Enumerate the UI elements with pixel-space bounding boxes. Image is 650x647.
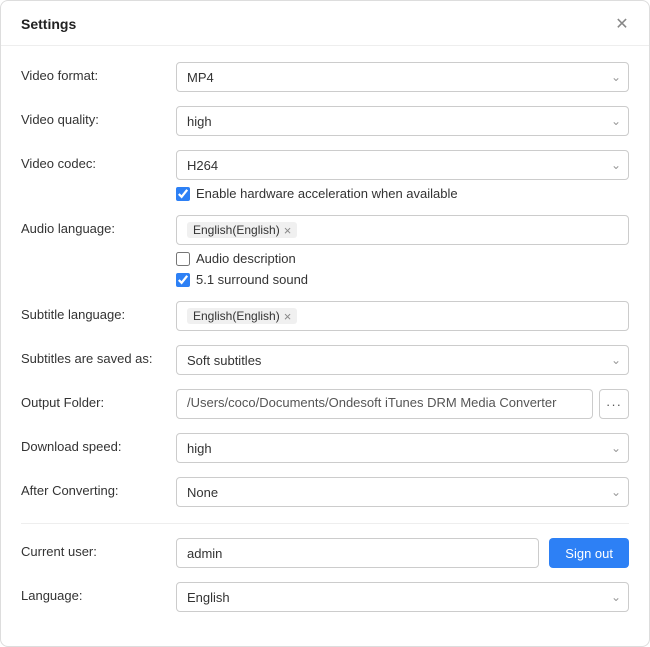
download-speed-select-wrapper: high medium low ⌄ [176, 433, 629, 463]
subtitle-language-row: Subtitle language: English(English) × [21, 301, 629, 331]
audio-language-label: Audio language: [21, 215, 176, 236]
surround-sound-checkbox[interactable] [176, 273, 190, 287]
subtitle-language-label: Subtitle language: [21, 301, 176, 322]
audio-language-tag-input[interactable]: English(English) × [176, 215, 629, 245]
after-converting-label: After Converting: [21, 477, 176, 498]
video-codec-field: H264 H265 VP9 ⌄ Enable hardware accelera… [176, 150, 629, 201]
output-folder-input: /Users/coco/Documents/Ondesoft iTunes DR… [176, 389, 593, 419]
language-field: English Chinese French German Japanese ⌄ [176, 582, 629, 612]
output-folder-label: Output Folder: [21, 389, 176, 410]
video-codec-row: Video codec: H264 H265 VP9 ⌄ Enable hard… [21, 150, 629, 201]
video-format-field: MP4 MKV MOV AVI ⌄ [176, 62, 629, 92]
video-quality-select-wrapper: high medium low ⌄ [176, 106, 629, 136]
video-codec-select-wrapper: H264 H265 VP9 ⌄ [176, 150, 629, 180]
output-folder-input-row: /Users/coco/Documents/Ondesoft iTunes DR… [176, 389, 629, 419]
video-format-row: Video format: MP4 MKV MOV AVI ⌄ [21, 62, 629, 92]
output-folder-field: /Users/coco/Documents/Ondesoft iTunes DR… [176, 389, 629, 419]
language-select-wrapper: English Chinese French German Japanese ⌄ [176, 582, 629, 612]
hardware-acceleration-checkbox[interactable] [176, 187, 190, 201]
subtitle-language-tag-input[interactable]: English(English) × [176, 301, 629, 331]
audio-language-field: English(English) × Audio description 5.1… [176, 215, 629, 287]
subtitle-language-tag-text: English(English) [193, 309, 280, 323]
subtitle-language-tag: English(English) × [187, 308, 297, 324]
video-quality-select[interactable]: high medium low [176, 106, 629, 136]
subtitles-saved-as-field: Soft subtitles Hard subtitles None ⌄ [176, 345, 629, 375]
video-format-label: Video format: [21, 62, 176, 83]
audio-language-row: Audio language: English(English) × Audio… [21, 215, 629, 287]
current-user-input-row: Sign out [176, 538, 629, 568]
download-speed-field: high medium low ⌄ [176, 433, 629, 463]
video-quality-row: Video quality: high medium low ⌄ [21, 106, 629, 136]
surround-sound-row: 5.1 surround sound [176, 272, 629, 287]
video-quality-label: Video quality: [21, 106, 176, 127]
close-button[interactable]: ✕ [611, 13, 633, 35]
audio-description-label: Audio description [196, 251, 296, 266]
audio-language-tag: English(English) × [187, 222, 297, 238]
audio-description-row: Audio description [176, 251, 629, 266]
current-user-input[interactable] [176, 538, 539, 568]
video-format-select-wrapper: MP4 MKV MOV AVI ⌄ [176, 62, 629, 92]
subtitle-language-tag-close[interactable]: × [284, 310, 292, 323]
download-speed-select[interactable]: high medium low [176, 433, 629, 463]
title-bar: Settings ✕ [1, 1, 649, 46]
output-folder-row: Output Folder: /Users/coco/Documents/Ond… [21, 389, 629, 419]
current-user-row: Current user: Sign out [21, 538, 629, 568]
hardware-acceleration-label: Enable hardware acceleration when availa… [196, 186, 458, 201]
after-converting-row: After Converting: None Open folder Shut … [21, 477, 629, 507]
download-speed-row: Download speed: high medium low ⌄ [21, 433, 629, 463]
subtitles-saved-as-select[interactable]: Soft subtitles Hard subtitles None [176, 345, 629, 375]
language-select[interactable]: English Chinese French German Japanese [176, 582, 629, 612]
current-user-field: Sign out [176, 538, 629, 568]
hardware-acceleration-row: Enable hardware acceleration when availa… [176, 186, 629, 201]
current-user-label: Current user: [21, 538, 176, 559]
audio-language-tag-text: English(English) [193, 223, 280, 237]
window-title: Settings [21, 16, 76, 32]
video-codec-label: Video codec: [21, 150, 176, 171]
download-speed-label: Download speed: [21, 433, 176, 454]
video-format-select[interactable]: MP4 MKV MOV AVI [176, 62, 629, 92]
settings-content: Video format: MP4 MKV MOV AVI ⌄ Video qu… [1, 46, 649, 646]
subtitle-language-field: English(English) × [176, 301, 629, 331]
audio-description-checkbox[interactable] [176, 252, 190, 266]
language-row: Language: English Chinese French German … [21, 582, 629, 612]
folder-browse-button[interactable]: ··· [599, 389, 629, 419]
settings-window: Settings ✕ Video format: MP4 MKV MOV AVI… [0, 0, 650, 647]
subtitles-saved-as-label: Subtitles are saved as: [21, 345, 176, 366]
audio-language-tag-close[interactable]: × [284, 224, 292, 237]
sign-out-button[interactable]: Sign out [549, 538, 629, 568]
language-label: Language: [21, 582, 176, 603]
subtitles-saved-as-row: Subtitles are saved as: Soft subtitles H… [21, 345, 629, 375]
surround-sound-label: 5.1 surround sound [196, 272, 308, 287]
after-converting-field: None Open folder Shut down ⌄ [176, 477, 629, 507]
video-quality-field: high medium low ⌄ [176, 106, 629, 136]
after-converting-select[interactable]: None Open folder Shut down [176, 477, 629, 507]
subtitles-saved-as-select-wrapper: Soft subtitles Hard subtitles None ⌄ [176, 345, 629, 375]
divider [21, 523, 629, 524]
video-codec-select[interactable]: H264 H265 VP9 [176, 150, 629, 180]
after-converting-select-wrapper: None Open folder Shut down ⌄ [176, 477, 629, 507]
